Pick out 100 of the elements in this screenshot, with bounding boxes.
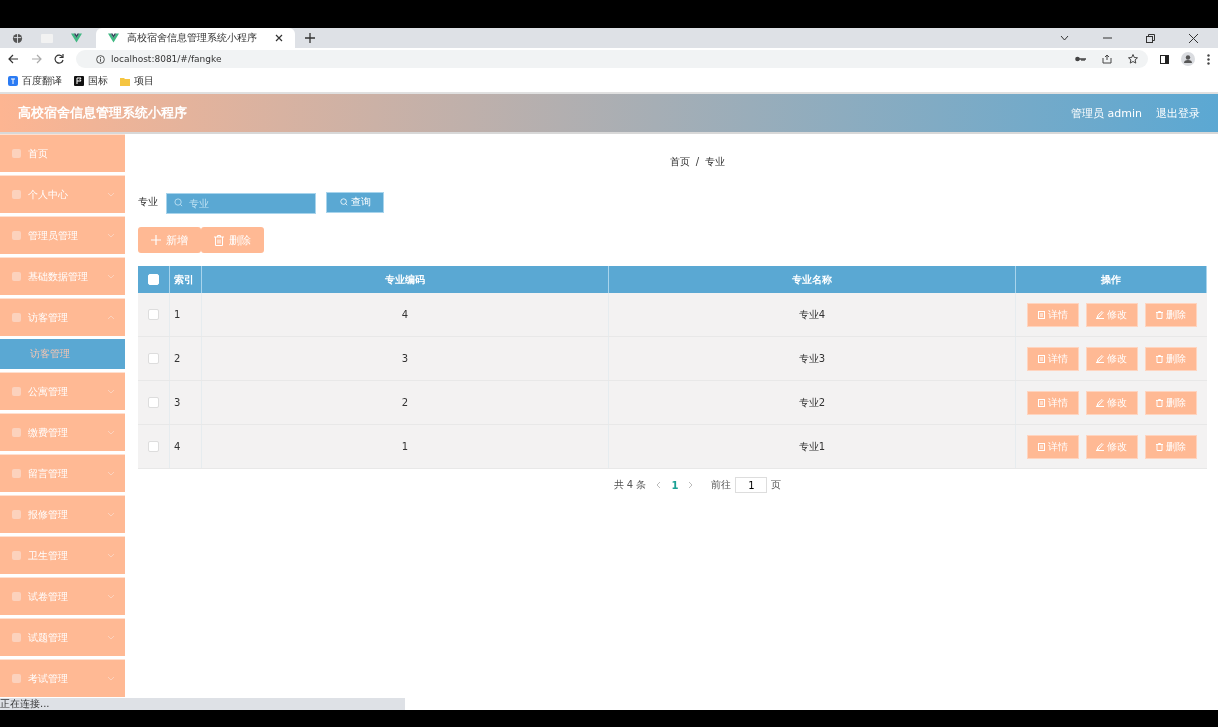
menu-item[interactable]: 管理员管理 <box>0 216 125 254</box>
menu-icon <box>12 674 21 683</box>
back-arrow-icon[interactable] <box>8 54 19 64</box>
vue-logo-icon <box>71 33 82 43</box>
pencil-icon <box>1096 442 1104 451</box>
pencil-icon <box>1096 398 1104 407</box>
menu-icon <box>12 313 21 322</box>
checkbox[interactable] <box>148 441 159 452</box>
reload-icon[interactable] <box>54 54 64 64</box>
browser-tab[interactable]: 高校宿舍信息管理系统小程序 <box>96 28 295 48</box>
detail-button[interactable]: 详情 <box>1026 390 1079 415</box>
checkbox[interactable] <box>148 353 159 364</box>
edit-button[interactable]: 修改 <box>1085 346 1138 371</box>
menu-icon <box>12 469 21 478</box>
menu-item[interactable]: 留言管理 <box>0 454 125 492</box>
search-field[interactable]: 专业 <box>166 192 316 214</box>
page-input[interactable]: 1 <box>735 477 768 493</box>
edit-button[interactable]: 修改 <box>1085 390 1138 415</box>
menu-icon <box>12 149 21 158</box>
edit-button[interactable]: 修改 <box>1085 434 1138 459</box>
table-cell: 3 <box>170 381 202 424</box>
menu-item[interactable]: 考试管理 <box>0 659 125 697</box>
menu-item[interactable]: 首页 <box>0 134 125 172</box>
tab-title: 高校宿舍信息管理系统小程序 <box>127 31 258 45</box>
globe-icon <box>12 32 23 44</box>
new-tab-icon[interactable] <box>305 33 315 43</box>
flag-icon <box>74 76 84 86</box>
page-number[interactable]: 1 <box>671 479 679 491</box>
table-cell: 专业1 <box>609 425 1016 468</box>
menu-item[interactable]: 试卷管理 <box>0 577 125 615</box>
delete-button[interactable]: 删除 <box>201 227 264 253</box>
more-icon[interactable] <box>1207 53 1210 65</box>
goto-label: 前往 <box>711 478 732 492</box>
page-suffix: 页 <box>771 478 782 492</box>
menu-icon <box>12 272 21 281</box>
star-icon[interactable] <box>1128 54 1138 64</box>
detail-button[interactable]: 详情 <box>1026 346 1079 371</box>
menu-icon <box>12 190 21 199</box>
trash-icon <box>1155 354 1163 363</box>
search-button[interactable]: 查询 <box>326 191 384 213</box>
menu-icon <box>12 510 21 519</box>
menu-item[interactable]: 报修管理 <box>0 495 125 533</box>
bookmark-link[interactable]: 项目 <box>120 74 154 88</box>
bookmark-link[interactable]: 百度翻译 <box>8 74 62 88</box>
menu-item[interactable]: 缴费管理 <box>0 413 125 451</box>
bookmark-link[interactable]: 国标 <box>74 74 108 88</box>
table-cell: 1 <box>170 293 202 336</box>
document-icon <box>1037 310 1045 319</box>
key-icon[interactable] <box>1075 56 1086 62</box>
breadcrumb-item: 专业 <box>705 154 726 169</box>
table-cell: 1 <box>202 425 609 468</box>
profile-icon[interactable] <box>1181 52 1195 66</box>
delete-button[interactable]: 删除 <box>1144 302 1197 327</box>
close-icon[interactable] <box>1189 33 1198 43</box>
checkbox[interactable] <box>148 309 159 320</box>
chevron-down-icon[interactable] <box>1060 35 1069 41</box>
share-icon[interactable] <box>1102 54 1112 64</box>
info-icon <box>96 54 105 64</box>
table-cell: 2 <box>170 337 202 380</box>
trash-icon <box>214 234 224 246</box>
menu-icon <box>12 633 21 642</box>
menu-icon <box>12 428 21 437</box>
trash-icon <box>1155 442 1163 451</box>
submenu-item[interactable]: 访客管理 <box>0 339 125 369</box>
table-cell: 4 <box>170 425 202 468</box>
restore-icon[interactable] <box>1146 33 1155 43</box>
menu-icon <box>12 592 21 601</box>
table-cell: 4 <box>202 293 609 336</box>
checkbox[interactable] <box>148 397 159 408</box>
edit-button[interactable]: 修改 <box>1085 302 1138 327</box>
breadcrumb-item[interactable]: 首页 <box>669 154 690 169</box>
detail-button[interactable]: 详情 <box>1026 434 1079 459</box>
delete-button[interactable]: 删除 <box>1144 346 1197 371</box>
search-icon <box>174 197 183 207</box>
document-icon <box>1037 442 1045 451</box>
table-cell: 2 <box>202 381 609 424</box>
translate-icon <box>8 76 18 86</box>
menu-item[interactable]: 访客管理 <box>0 298 125 336</box>
menu-item[interactable]: 试题管理 <box>0 618 125 656</box>
trash-icon <box>1155 310 1163 319</box>
delete-button[interactable]: 删除 <box>1144 434 1197 459</box>
close-icon[interactable] <box>275 34 283 42</box>
address-field[interactable]: localhost:8081/#/fangke <box>76 50 1148 68</box>
pencil-icon <box>1096 354 1104 363</box>
user-label: 管理员 admin <box>1071 105 1142 121</box>
menu-icon <box>12 387 21 396</box>
side-panel-icon[interactable] <box>1160 54 1169 64</box>
menu-item[interactable]: 基础数据管理 <box>0 257 125 295</box>
detail-button[interactable]: 详情 <box>1026 302 1079 327</box>
folder-icon <box>120 76 130 86</box>
total-count: 共 4 条 <box>613 478 647 492</box>
search-label: 专业 <box>138 195 158 209</box>
delete-button[interactable]: 删除 <box>1144 390 1197 415</box>
logout-link[interactable]: 退出登录 <box>1156 105 1200 121</box>
menu-item[interactable]: 卫生管理 <box>0 536 125 574</box>
plus-icon <box>151 235 161 245</box>
table-cell: 专业3 <box>609 337 1016 380</box>
add-button[interactable]: 新增 <box>138 227 201 253</box>
menu-item[interactable]: 个人中心 <box>0 175 125 213</box>
menu-item[interactable]: 公寓管理 <box>0 372 125 410</box>
